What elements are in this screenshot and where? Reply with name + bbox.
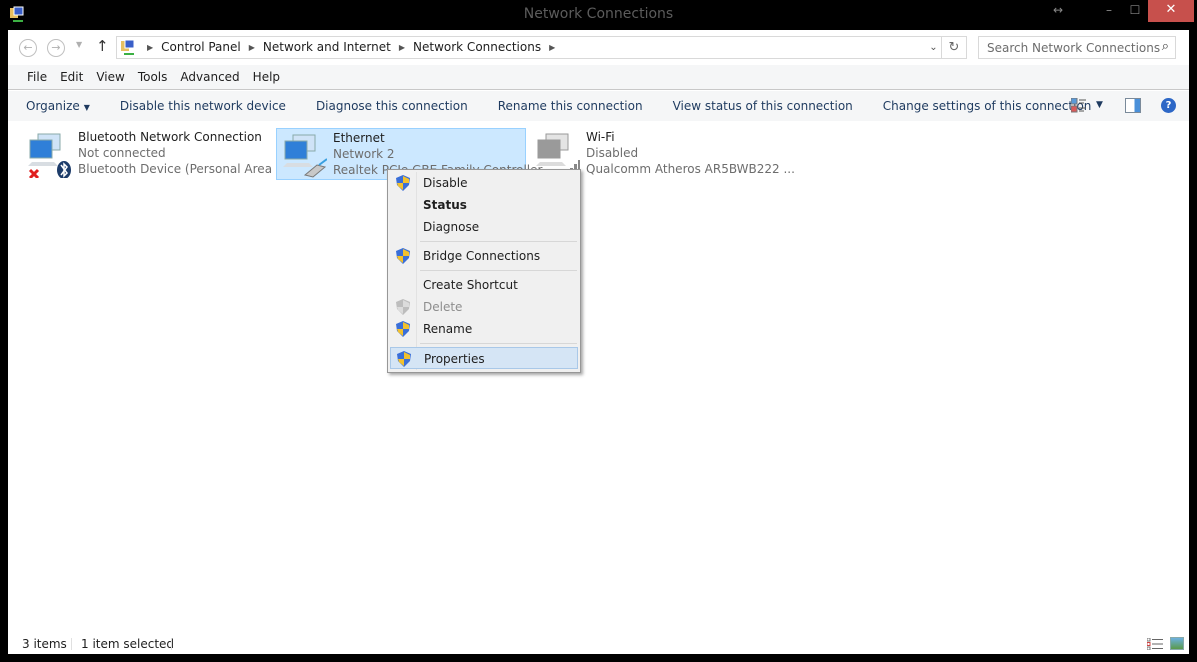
menu-edit[interactable]: Edit [60,70,83,84]
command-bar: Organize ▼ Disable this network device Di… [8,91,1189,121]
connection-status: Disabled [586,146,639,160]
search-placeholder: Search Network Connections [987,41,1161,55]
menu-advanced[interactable]: Advanced [180,70,239,84]
context-menu-label: Bridge Connections [423,249,541,263]
up-button[interactable]: ↑ [96,37,109,55]
connection-status: Network 2 [333,147,395,161]
uac-shield-icon [396,248,410,264]
item-count: 3 items [22,637,67,651]
connection-device: Bluetooth Device (Personal Area ... [78,162,288,176]
context-menu: Disable Status Diagnose Bridge Connectio… [387,169,581,373]
context-menu-label: Diagnose [423,220,480,234]
ethernet-network-icon [283,134,327,178]
menu-bar: File Edit View Tools Advanced Help [8,65,1189,90]
minimize-button[interactable]: – [1094,0,1124,22]
maximize-button[interactable]: ☐ [1124,0,1146,22]
context-menu-label: Properties [424,352,485,366]
preview-pane-icon[interactable] [1125,98,1141,113]
title-bar: Network Connections ↔ – ☐ ✕ [0,0,1197,30]
breadcrumb-network-connections[interactable]: Network Connections [413,40,541,54]
context-menu-label: Create Shortcut [423,278,518,292]
connection-name: Bluetooth Network Connection [78,130,262,144]
context-menu-label: Delete [423,300,463,314]
change-settings-button[interactable]: Change settings of this connection [883,99,1092,113]
window: Network Connections ↔ – ☐ ✕ ← → ▼ ↑ ▶ Co… [0,0,1197,662]
large-icons-view-icon[interactable] [1170,637,1184,650]
status-divider [171,638,172,650]
context-menu-item-diagnose[interactable]: Diagnose [390,216,578,238]
uac-shield-icon [396,321,410,337]
bluetooth-network-icon [28,133,71,178]
connection-device: Qualcomm Atheros AR5BWB222 ... [586,162,795,176]
rename-connection-button[interactable]: Rename this connection [498,99,643,113]
address-dropdown-button[interactable]: ⌄ [926,37,942,58]
menu-view[interactable]: View [96,70,124,84]
change-view-icon[interactable] [1071,98,1086,113]
navigation-bar: ← → ▼ ↑ ▶ Control Panel ▶ Network and In… [8,30,1189,65]
chevron-down-icon: ▼ [83,103,90,112]
breadcrumb-separator-icon[interactable]: ▶ [249,43,255,52]
context-menu-item-properties[interactable]: Properties [390,347,578,369]
context-menu-separator [420,343,577,344]
explorer-client: ← → ▼ ↑ ▶ Control Panel ▶ Network and In… [8,30,1189,654]
search-input[interactable]: Search Network Connections ⌕ [978,36,1176,59]
selection-count: 1 item selected [81,637,175,651]
back-button[interactable]: ← [19,39,37,57]
breadcrumb-separator-icon[interactable]: ▶ [399,43,405,52]
uac-shield-icon [396,175,410,191]
address-bar[interactable]: ▶ Control Panel ▶ Network and Internet ▶… [116,36,967,59]
status-bar: 3 items 1 item selected [8,631,1189,654]
context-menu-item-delete: Delete [390,296,578,318]
status-divider [71,638,72,650]
menu-file[interactable]: File [27,70,47,84]
uac-shield-icon [397,351,411,367]
breadcrumb-separator-icon[interactable]: ▶ [549,43,555,52]
forward-button[interactable]: → [47,39,65,57]
connections-list: Bluetooth Network Connection Not connect… [8,121,1189,631]
context-menu-label: Disable [423,176,468,190]
search-icon[interactable]: ⌕ [1162,39,1169,54]
breadcrumb: ▶ Control Panel ▶ Network and Internet ▶… [139,40,563,54]
organize-button[interactable]: Organize ▼ [26,99,90,113]
resize-icon[interactable]: ↔ [1048,0,1068,22]
diagnose-connection-button[interactable]: Diagnose this connection [316,99,468,113]
connection-name: Wi-Fi [586,130,615,144]
context-menu-separator [420,241,577,242]
menu-tools[interactable]: Tools [138,70,168,84]
uac-shield-disabled-icon [396,299,410,315]
breadcrumb-network-and-internet[interactable]: Network and Internet [263,40,391,54]
breadcrumb-control-panel[interactable]: Control Panel [161,40,241,54]
view-status-button[interactable]: View status of this connection [673,99,853,113]
view-options-chevron-icon[interactable]: ▼ [1096,100,1103,110]
help-icon[interactable]: ? [1161,98,1176,113]
details-view-icon[interactable] [1147,638,1163,650]
control-panel-icon [121,39,135,55]
context-menu-item-status[interactable]: Status [390,194,578,216]
organize-label: Organize [26,99,80,113]
context-menu-item-rename[interactable]: Rename [390,318,578,340]
recent-locations-button[interactable]: ▼ [76,40,82,49]
refresh-button[interactable]: ↻ [944,37,964,58]
context-menu-item-disable[interactable]: Disable [390,172,578,194]
context-menu-separator [420,270,577,271]
connection-status: Not connected [78,146,166,160]
context-menu-label: Rename [423,322,473,336]
menu-help[interactable]: Help [253,70,280,84]
context-menu-label: Status [423,198,467,212]
close-button[interactable]: ✕ [1148,0,1194,22]
connection-item-bluetooth[interactable]: Bluetooth Network Connection Not connect… [22,128,287,180]
disable-device-button[interactable]: Disable this network device [120,99,286,113]
context-menu-item-bridge[interactable]: Bridge Connections [390,245,578,267]
context-menu-item-create-shortcut[interactable]: Create Shortcut [390,274,578,296]
window-title: Network Connections [523,6,674,22]
connection-name: Ethernet [333,131,385,145]
breadcrumb-separator-icon[interactable]: ▶ [147,43,153,52]
